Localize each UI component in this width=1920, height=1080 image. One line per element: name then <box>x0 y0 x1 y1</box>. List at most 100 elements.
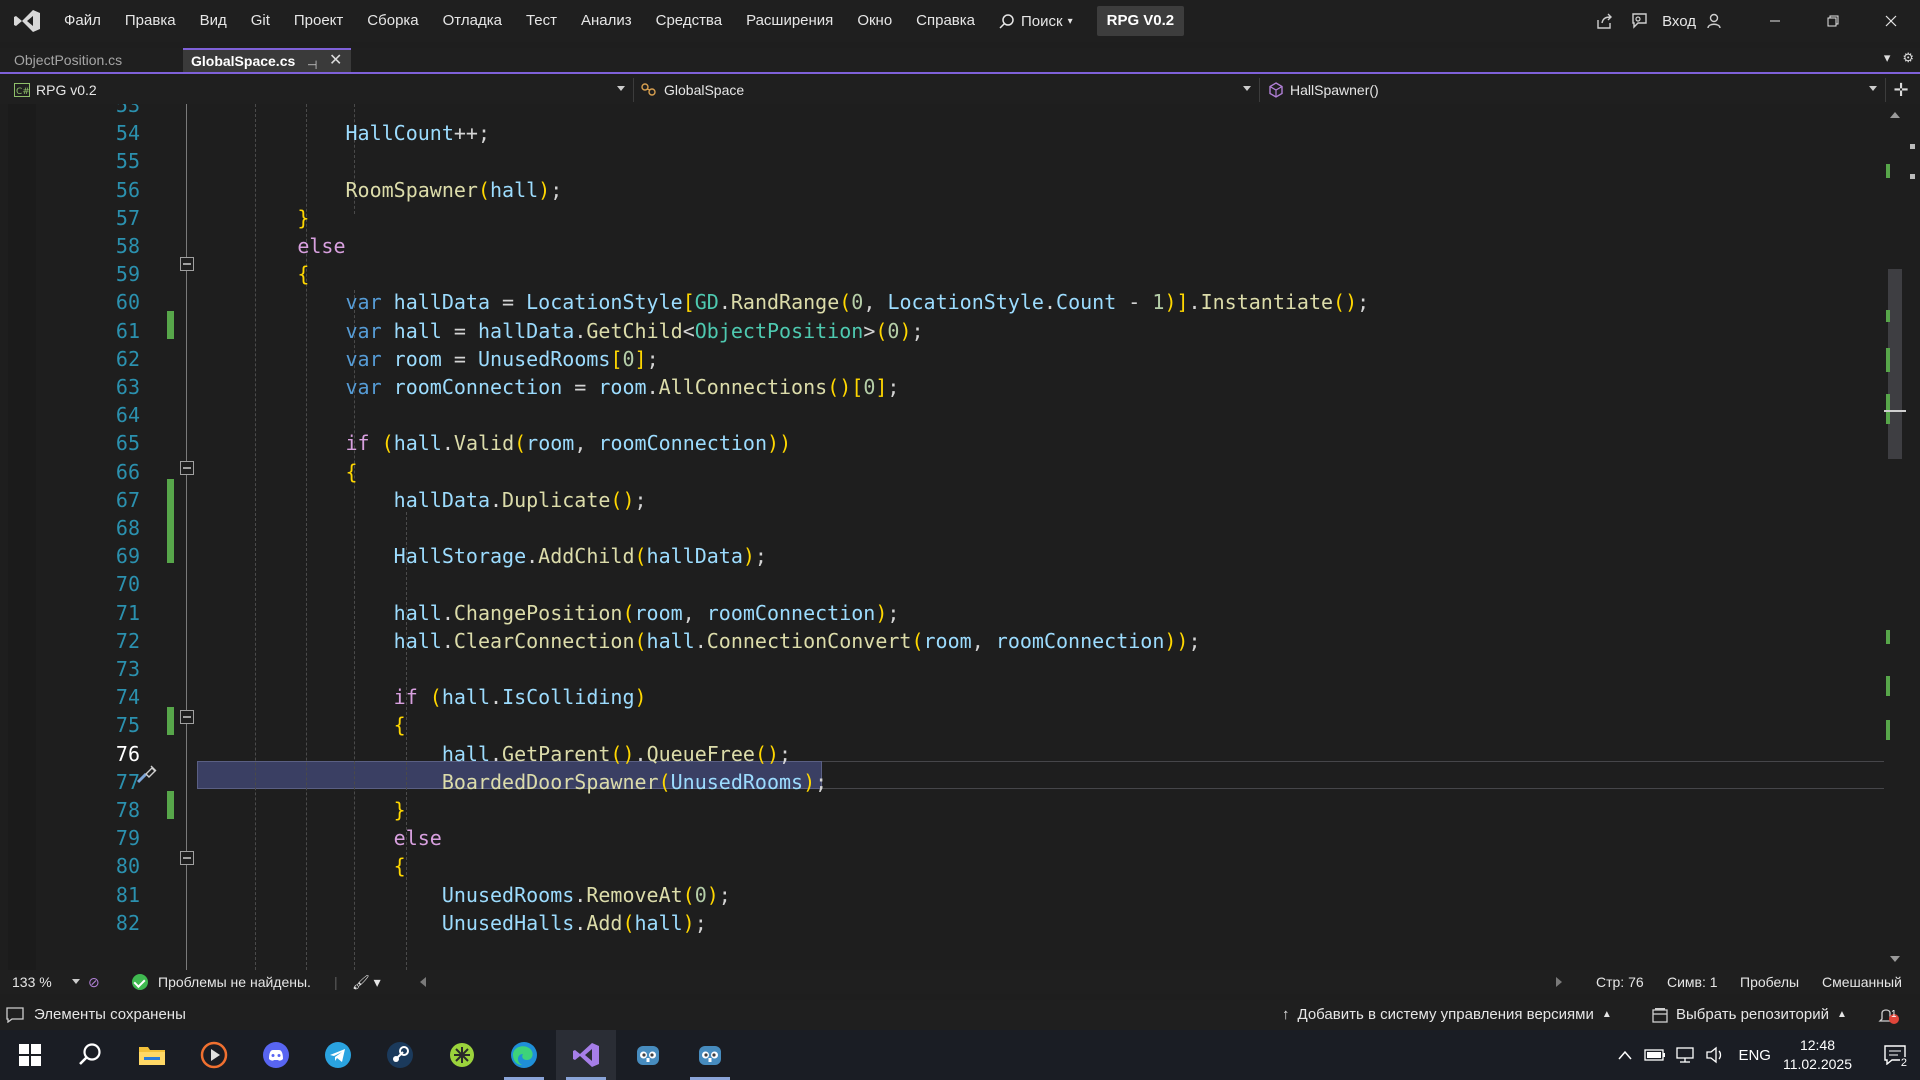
close-tab-icon[interactable]: ✕ <box>329 50 342 72</box>
edge-button[interactable] <box>494 1030 554 1080</box>
telegram-button[interactable] <box>308 1030 368 1080</box>
indentation-indicator[interactable]: Пробелы <box>1740 970 1799 994</box>
project-dropdown[interactable]: C# RPG v0.2 <box>0 78 634 102</box>
code-line[interactable]: 66 { <box>8 458 1890 486</box>
account-button[interactable] <box>1698 0 1732 42</box>
code-line[interactable]: 69 HallStorage.AddChild(hallData); <box>8 542 1890 570</box>
notifications-button[interactable]: 1 <box>1878 1000 1900 1030</box>
column-indicator[interactable]: Симв: 1 <box>1667 970 1718 994</box>
code-editor[interactable]: 53 54 HallCount++; 55 56 RoomSpawner(hall);… <box>8 104 1890 970</box>
code-text[interactable]: if (hall.IsColliding) <box>201 683 647 711</box>
code-line[interactable]: 78 } <box>8 796 1890 824</box>
menu-item[interactable]: Вид <box>188 0 239 42</box>
steam-button[interactable] <box>370 1030 430 1080</box>
code-text[interactable]: { <box>201 260 309 288</box>
menu-item[interactable]: Git <box>239 0 282 42</box>
code-line[interactable]: 55 <box>8 147 1890 175</box>
code-text[interactable]: { <box>201 458 358 486</box>
clock[interactable]: 12:48 11.02.2025 <box>1783 1036 1852 1074</box>
member-dropdown[interactable]: HallSpawner() <box>1260 78 1886 102</box>
tab-globalspace[interactable]: GlobalSpace.cs ⊣ ✕ <box>183 48 351 72</box>
scroll-left-icon[interactable] <box>420 977 426 987</box>
search-button[interactable]: Поиск ▾ <box>987 0 1085 42</box>
tab-objectposition[interactable]: ObjectPosition.cs <box>0 48 183 72</box>
menu-item[interactable]: Расширения <box>734 0 845 42</box>
restore-button[interactable] <box>1804 0 1862 42</box>
code-text[interactable]: hall.GetParent().QueueFree(); <box>201 740 791 768</box>
code-line[interactable]: 68 <box>8 514 1890 542</box>
code-text[interactable]: UnusedHalls.Add(hall); <box>201 909 707 937</box>
menu-item[interactable]: Сборка <box>355 0 430 42</box>
code-line[interactable]: 76 hall.GetParent().QueueFree(); <box>8 740 1890 768</box>
godot-2-button[interactable] <box>680 1030 740 1080</box>
code-text[interactable]: hallData.Duplicate(); <box>201 486 647 514</box>
scroll-right-icon[interactable] <box>1556 977 1562 987</box>
code-line[interactable]: 63 var roomConnection = room.AllConnecti… <box>8 373 1890 401</box>
code-text[interactable]: } <box>201 204 309 232</box>
action-center-button[interactable]: 2 <box>1870 1030 1920 1080</box>
visual-studio-button[interactable] <box>556 1030 616 1080</box>
code-text[interactable]: HallCount++; <box>201 119 491 147</box>
code-text[interactable]: RoomSpawner(hall); <box>201 176 563 204</box>
code-line[interactable]: 75 { <box>8 711 1890 739</box>
code-line[interactable]: 59 { <box>8 260 1890 288</box>
code-text[interactable]: HallStorage.AddChild(hallData); <box>201 542 767 570</box>
menu-item[interactable]: Проект <box>282 0 355 42</box>
vertical-scrollbar[interactable] <box>1884 104 1906 970</box>
code-line[interactable]: 81 UnusedRooms.RemoveAt(0); <box>8 881 1890 909</box>
select-repository-button[interactable]: Выбрать репозиторий ▲ <box>1652 1000 1847 1030</box>
code-text[interactable]: } <box>201 796 406 824</box>
problems-status[interactable]: Проблемы не найдены. <box>158 970 311 994</box>
code-line[interactable]: 60 var hallData = LocationStyle[GD.RandR… <box>8 288 1890 316</box>
pin-icon[interactable]: ⊣ <box>307 54 317 76</box>
code-text[interactable]: hall.ClearConnection(hall.ConnectionConv… <box>201 627 1201 655</box>
scrollbar-thumb[interactable] <box>1888 269 1902 459</box>
code-line[interactable]: 62 var room = UnusedRooms[0]; <box>8 345 1890 373</box>
code-text[interactable]: { <box>201 852 406 880</box>
battery-icon[interactable] <box>1640 1030 1670 1080</box>
code-line[interactable]: 72 hall.ClearConnection(hall.ConnectionC… <box>8 627 1890 655</box>
code-text[interactable]: if (hall.Valid(room, roomConnection)) <box>201 429 792 457</box>
input-language[interactable]: ENG <box>1738 1047 1771 1064</box>
menu-item[interactable]: Файл <box>52 0 113 42</box>
godot-button[interactable] <box>618 1030 678 1080</box>
feedback-button[interactable] <box>1622 0 1656 42</box>
network-icon[interactable] <box>1670 1030 1700 1080</box>
code-line[interactable]: 80 { <box>8 852 1890 880</box>
start-button[interactable] <box>0 1030 60 1080</box>
discord-button[interactable] <box>246 1030 306 1080</box>
code-text[interactable]: else <box>201 824 442 852</box>
show-hidden-icons-button[interactable] <box>1610 1030 1640 1080</box>
file-explorer-button[interactable] <box>122 1030 182 1080</box>
code-line[interactable]: 71 hall.ChangePosition(room, roomConnect… <box>8 599 1890 627</box>
taskbar-search-button[interactable] <box>60 1030 120 1080</box>
code-text[interactable]: hall.ChangePosition(room, roomConnection… <box>201 599 900 627</box>
code-line[interactable]: 73 <box>8 655 1890 683</box>
scroll-up-icon[interactable] <box>1890 112 1900 118</box>
code-text[interactable]: UnusedRooms.RemoveAt(0); <box>201 881 731 909</box>
menu-item[interactable]: Средства <box>644 0 734 42</box>
project-badge[interactable]: RPG V0.2 <box>1096 6 1185 36</box>
live-share-button[interactable] <box>1588 0 1622 42</box>
code-line[interactable]: 74 if (hall.IsColliding) <box>8 683 1890 711</box>
sign-in-label[interactable]: Вход <box>1662 13 1696 30</box>
copilot-icon[interactable]: ⊘ <box>88 970 100 994</box>
menu-item[interactable]: Справка <box>904 0 987 42</box>
code-line[interactable]: 65 if (hall.Valid(room, roomConnection)) <box>8 429 1890 457</box>
menu-item[interactable]: Правка <box>113 0 188 42</box>
code-text[interactable]: else <box>201 232 345 260</box>
volume-icon[interactable] <box>1700 1030 1730 1080</box>
code-line[interactable]: 67 hallData.Duplicate(); <box>8 486 1890 514</box>
code-text[interactable]: var hallData = LocationStyle[GD.RandRang… <box>201 288 1370 316</box>
minimize-button[interactable] <box>1746 0 1804 42</box>
code-line[interactable]: 64 <box>8 401 1890 429</box>
code-line[interactable]: 61 var hall = hallData.GetChild<ObjectPo… <box>8 317 1890 345</box>
media-player-button[interactable] <box>184 1030 244 1080</box>
menu-item[interactable]: Анализ <box>569 0 644 42</box>
code-cleanup-icon[interactable]: 🖌 ▾ <box>352 970 381 994</box>
code-text[interactable]: var hall = hallData.GetChild<ObjectPosit… <box>201 317 924 345</box>
code-line[interactable]: 56 RoomSpawner(hall); <box>8 176 1890 204</box>
menu-item[interactable]: Тест <box>514 0 569 42</box>
code-line[interactable]: 77 BoardedDoorSpawner(UnusedRooms); <box>8 768 1890 796</box>
code-text[interactable]: { <box>201 711 406 739</box>
